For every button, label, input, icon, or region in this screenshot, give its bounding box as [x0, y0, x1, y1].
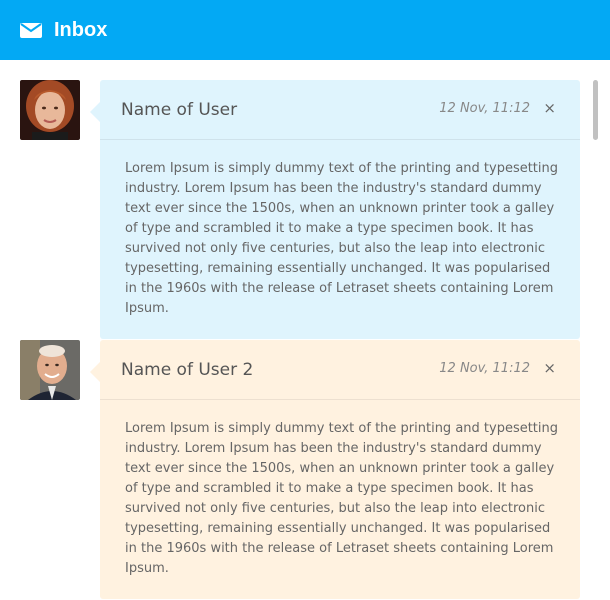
message-list[interactable]: Name of User 12 Nov, 11:12 × Lorem Ipsum…: [0, 60, 610, 600]
close-icon[interactable]: ×: [543, 359, 556, 377]
sender-name: Name of User: [121, 100, 238, 120]
timestamp: 12 Nov, 11:12: [439, 101, 530, 116]
avatar: [20, 80, 80, 140]
scrollbar[interactable]: [593, 80, 598, 140]
close-icon[interactable]: ×: [543, 99, 556, 117]
message-header: Name of User 12 Nov, 11:12 ×: [100, 80, 580, 140]
avatar: [20, 340, 80, 400]
timestamp: 12 Nov, 11:12: [439, 361, 530, 376]
message-header: Name of User 2 12 Nov, 11:12 ×: [100, 340, 580, 400]
envelope-icon: [20, 21, 44, 39]
inbox-header: Inbox: [0, 0, 610, 60]
page-title: Inbox: [54, 18, 108, 41]
message-body: Lorem Ipsum is simply dummy text of the …: [125, 161, 559, 316]
message-card[interactable]: Name of User 2 12 Nov, 11:12 × Lorem Ips…: [90, 340, 580, 599]
message-card[interactable]: Name of User 12 Nov, 11:12 × Lorem Ipsum…: [90, 80, 580, 339]
message-body: Lorem Ipsum is simply dummy text of the …: [125, 421, 559, 576]
sender-name: Name of User 2: [121, 360, 254, 380]
